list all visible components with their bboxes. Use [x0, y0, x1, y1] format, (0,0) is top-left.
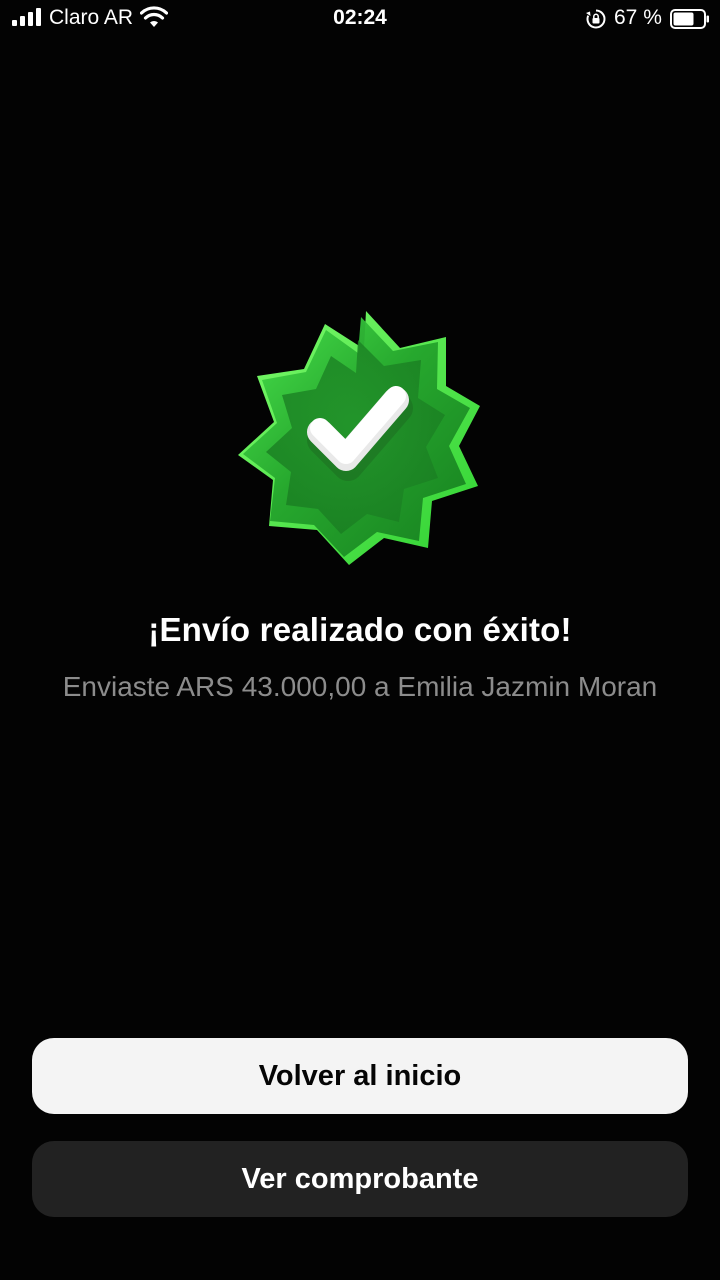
status-bar: Claro AR 02:24 67 % [0, 0, 720, 36]
success-title: ¡Envío realizado con éxito! [148, 611, 572, 648]
transfer-summary: Enviaste ARS 43.000,00 a Emilia Jazmin M… [62, 671, 658, 702]
view-receipt-button[interactable]: Ver comprobante [32, 1141, 688, 1217]
rotation-lock-icon [586, 9, 606, 29]
back-to-home-button[interactable]: Volver al inicio [32, 1038, 688, 1114]
status-time: 02:24 [333, 6, 387, 29]
verified-check-badge-icon [238, 311, 480, 565]
battery-icon [670, 9, 709, 29]
battery-percentage: 67 % [614, 6, 662, 29]
